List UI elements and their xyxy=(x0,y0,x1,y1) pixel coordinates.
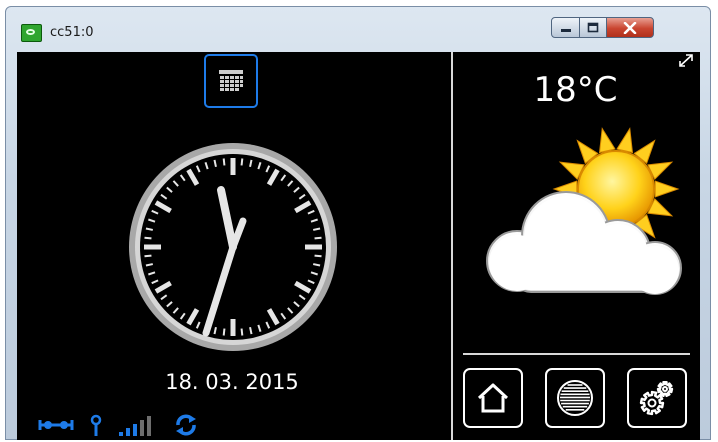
clock-minute-tick xyxy=(144,236,152,240)
clock-minute-tick xyxy=(314,254,322,258)
clock-minute-tick xyxy=(144,254,152,258)
sync-icon xyxy=(176,414,196,436)
minimize-icon xyxy=(560,28,571,32)
clock-minute-tick xyxy=(249,159,253,167)
clock-minute-tick xyxy=(313,227,321,231)
title-bar[interactable]: cc51:0 xyxy=(6,7,710,53)
antenna-icon xyxy=(90,414,102,436)
sun-ray xyxy=(654,180,680,198)
clock-minute-tick xyxy=(313,263,321,267)
network-link-icon xyxy=(38,420,74,430)
fan-stripes xyxy=(560,384,590,411)
clock-minute-tick xyxy=(213,327,217,335)
maximize-button[interactable] xyxy=(579,17,607,38)
sun-ray xyxy=(616,127,634,154)
fan-button[interactable] xyxy=(545,368,605,428)
clock-minute-tick xyxy=(314,236,322,240)
date-display: 18. 03. 2015 xyxy=(165,370,299,394)
settings-button[interactable] xyxy=(627,368,687,428)
calendar-button[interactable] xyxy=(204,54,258,108)
horizontal-divider xyxy=(463,353,690,355)
clock-minute-tick xyxy=(145,227,153,231)
temperature-display: 18°C xyxy=(533,70,618,110)
gear-hole xyxy=(647,398,657,408)
clock-minute-tick xyxy=(222,328,226,336)
expand-icon[interactable] xyxy=(677,52,695,70)
sun-behind-cloud-icon xyxy=(486,127,682,295)
clock-minute-tick xyxy=(240,158,244,166)
home-button[interactable] xyxy=(463,368,523,428)
close-button[interactable] xyxy=(606,17,654,38)
clock-minute-tick xyxy=(240,328,244,336)
window-title: cc51:0 xyxy=(50,25,94,40)
maximize-icon xyxy=(587,22,599,33)
gear-small xyxy=(656,380,674,398)
analog-clock xyxy=(129,143,337,351)
status-bar xyxy=(37,412,217,438)
close-icon xyxy=(623,21,637,34)
clock-minute-tick xyxy=(213,159,217,167)
gear-large xyxy=(639,390,665,416)
clock-minute-tick xyxy=(249,327,253,335)
calendar-grid-icon xyxy=(219,70,243,91)
clock-minute-tick xyxy=(145,263,153,267)
gear-outline xyxy=(639,390,665,416)
device-screen: 18. 03. 2015 18°C xyxy=(17,52,700,440)
sun-ray xyxy=(598,127,616,154)
app-icon xyxy=(21,24,42,42)
gear-outline xyxy=(656,380,674,398)
clock-minute-tick xyxy=(222,158,226,166)
gear-icon xyxy=(639,380,674,416)
fan-icon xyxy=(557,380,593,416)
minimize-button[interactable] xyxy=(551,17,580,38)
home-icon xyxy=(477,383,509,413)
gear-hole xyxy=(662,386,668,392)
vertical-divider xyxy=(451,52,453,440)
signal-strength-icon xyxy=(119,416,151,436)
